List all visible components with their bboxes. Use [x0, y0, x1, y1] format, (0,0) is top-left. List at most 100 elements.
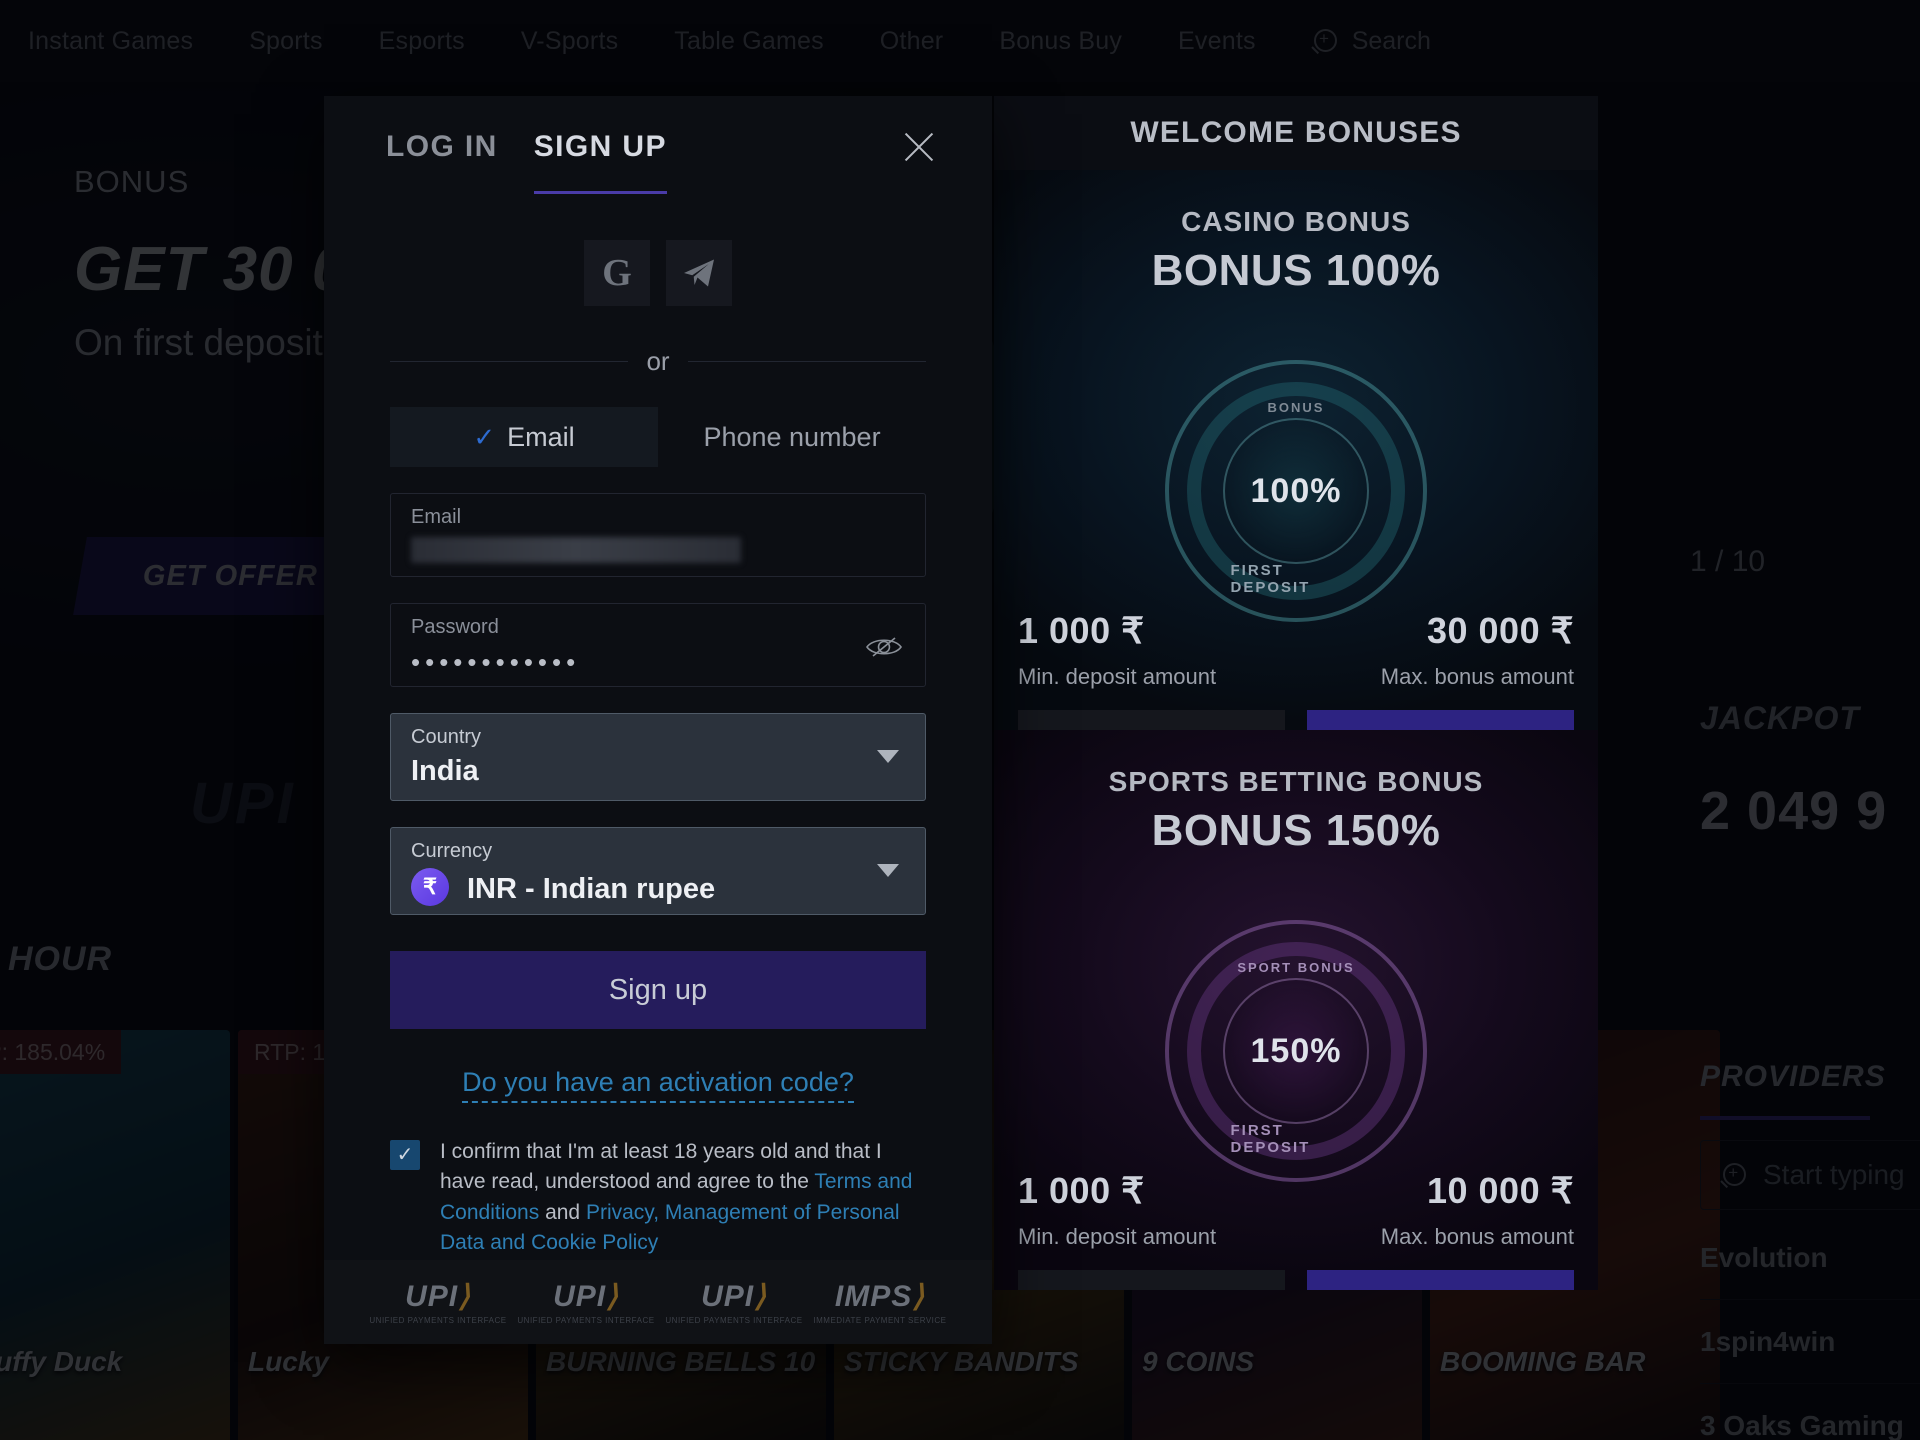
password-field-label: Password: [411, 616, 499, 638]
telegram-login-button[interactable]: [666, 240, 732, 306]
country-select[interactable]: Country India: [390, 713, 926, 801]
payment-logo-sub: UNIFIED PAYMENTS INTERFACE: [517, 1316, 655, 1325]
signup-method-toggle: ✓ Email Phone number: [390, 407, 926, 467]
currency-select[interactable]: Currency ₹ INR - Indian rupee: [390, 827, 926, 915]
payment-logo-sub: UNIFIED PAYMENTS INTERFACE: [369, 1316, 507, 1325]
google-login-button[interactable]: G: [584, 240, 650, 306]
payment-methods-strip: UPI⟩ UNIFIED PAYMENTS INTERFACE UPI⟩ UNI…: [324, 1260, 992, 1344]
payment-logo-sub: IMMEDIATE PAYMENT SERVICE: [813, 1316, 947, 1325]
payment-logo-sub: UNIFIED PAYMENTS INTERFACE: [665, 1316, 803, 1325]
country-value: India: [411, 755, 479, 787]
payment-name-text: UPI: [405, 1280, 459, 1313]
payment-logo-upi-1: UPI⟩ UNIFIED PAYMENTS INTERFACE: [369, 1279, 506, 1325]
chevron-down-icon: [877, 750, 899, 763]
bonus-card-subtitle: BONUS 150%: [1151, 806, 1441, 855]
payment-logo-upi-3: UPI⟩ UNIFIED PAYMENTS INTERFACE: [665, 1279, 802, 1325]
method-email-option[interactable]: ✓ Email: [390, 407, 658, 467]
apply-button[interactable]: Apply: [1307, 710, 1574, 730]
bonus-card-title: SPORTS BETTING BONUS: [1108, 766, 1484, 797]
or-divider: or: [390, 346, 926, 377]
tab-login[interactable]: LOG IN: [386, 130, 498, 178]
read-more-button[interactable]: Read more: [1018, 1270, 1285, 1290]
apply-button[interactable]: Apply: [1307, 1270, 1574, 1290]
divider-line-left: [390, 361, 629, 362]
bonus-card-title: CASINO BONUS: [1181, 206, 1411, 237]
max-bonus-value: 10 000 ₹: [1426, 1170, 1574, 1211]
consent-age-mid: and: [539, 1200, 586, 1224]
min-deposit-label: Min. deposit amount: [1018, 664, 1217, 689]
bonus-amounts: 1 000 ₹ Min. deposit amount 10 000 ₹ Max…: [994, 1170, 1598, 1250]
eye-off-icon[interactable]: [865, 634, 903, 660]
currency-value-row: ₹ INR - Indian rupee: [411, 867, 905, 906]
payment-logo-upi-2: UPI⟩ UNIFIED PAYMENTS INTERFACE: [517, 1279, 654, 1325]
email-field-value-redacted: [411, 537, 741, 563]
payment-name-text: UPI: [553, 1280, 607, 1313]
password-field[interactable]: Password ••••••••••••: [390, 603, 926, 687]
rupee-icon: ₹: [411, 867, 449, 906]
tab-signup[interactable]: SIGN UP: [533, 130, 667, 194]
chevron-down-icon: [877, 864, 899, 877]
bonus-amounts: 1 000 ₹ Min. deposit amount 30 000 ₹ Max…: [994, 610, 1598, 690]
max-bonus-label: Max. bonus amount: [1380, 1224, 1574, 1249]
bonus-badge-casino: BONUS 100% FIRST DEPOSIT: [1165, 360, 1427, 622]
consent-age-checkbox[interactable]: ✓: [390, 1140, 420, 1170]
welcome-bonuses-heading: WELCOME BONUSES: [1130, 116, 1462, 149]
telegram-icon: [684, 259, 714, 287]
payment-name-text: UPI: [701, 1280, 755, 1313]
min-deposit-block: 1 000 ₹ Min. deposit amount: [1018, 1170, 1296, 1250]
upi-arrow-icon: ⟩: [754, 1280, 767, 1313]
max-bonus-block: 10 000 ₹ Max. bonus amount: [1296, 1170, 1574, 1250]
payment-logo-imps: IMPS⟩ IMMEDIATE PAYMENT SERVICE: [813, 1279, 946, 1325]
check-icon: ✓: [396, 1144, 414, 1166]
country-label: Country: [411, 726, 482, 748]
consent-age-text: I confirm that I'm at least 18 years old…: [440, 1137, 926, 1259]
consent-age-row[interactable]: ✓ I confirm that I'm at least 18 years o…: [390, 1137, 926, 1259]
bonus-badge-sports: SPORT BONUS 150% FIRST DEPOSIT: [1165, 920, 1427, 1182]
signup-modal: LOG IN SIGN UP G or ✓ Email Phone number…: [324, 96, 992, 1349]
or-label: or: [646, 346, 670, 376]
close-icon[interactable]: [898, 126, 940, 168]
payment-logo-name: UPI⟩: [517, 1279, 654, 1314]
method-email-label: Email: [507, 421, 575, 452]
bonus-card-subtitle: BONUS 100%: [1151, 246, 1441, 295]
imps-arrow-icon: ⟩: [912, 1280, 925, 1313]
check-icon: ✓: [473, 421, 496, 452]
read-more-button[interactable]: Read more: [1018, 710, 1285, 730]
upi-arrow-icon: ⟩: [606, 1280, 619, 1313]
welcome-bonuses-panel: WELCOME BONUSES CASINO BONUS BONUS 100% …: [994, 96, 1598, 1290]
min-deposit-value: 1 000 ₹: [1018, 610, 1145, 651]
method-phone-option[interactable]: Phone number: [658, 407, 926, 467]
social-login-row: G: [324, 240, 992, 306]
payment-logo-name: UPI⟩: [665, 1279, 802, 1314]
google-icon: G: [602, 252, 632, 294]
tab-signup-label: SIGN UP: [533, 130, 667, 163]
min-deposit-label: Min. deposit amount: [1018, 1224, 1217, 1249]
activation-code-link[interactable]: Do you have an activation code?: [462, 1067, 854, 1103]
password-field-value: ••••••••••••: [411, 647, 581, 677]
max-bonus-label: Max. bonus amount: [1380, 664, 1574, 689]
app-root: Instant Games Sports Esports V-Sports Ta…: [0, 0, 1920, 1440]
upi-arrow-icon: ⟩: [458, 1280, 471, 1313]
max-bonus-value: 30 000 ₹: [1426, 610, 1574, 651]
email-field-label: Email: [411, 506, 462, 528]
currency-label: Currency: [411, 840, 493, 862]
payment-name-text: IMPS: [834, 1280, 913, 1313]
method-phone-label: Phone number: [703, 421, 881, 452]
payment-logo-name: IMPS⟩: [813, 1279, 946, 1314]
payment-logo-name: UPI⟩: [369, 1279, 506, 1314]
min-deposit-block: 1 000 ₹ Min. deposit amount: [1018, 610, 1296, 690]
badge-bottom-label: FIRST DEPOSIT: [1230, 562, 1311, 596]
bonus-actions: Read more Apply: [1018, 710, 1574, 730]
modal-tab-bar: LOG IN SIGN UP: [324, 96, 992, 194]
divider-line-right: [687, 361, 926, 362]
min-deposit-value: 1 000 ₹: [1018, 1170, 1145, 1211]
currency-value: INR - Indian rupee: [467, 873, 716, 905]
activation-code-wrap: Do you have an activation code?: [324, 1029, 992, 1103]
email-field[interactable]: Email: [390, 493, 926, 577]
signup-submit-button[interactable]: Sign up: [390, 951, 926, 1029]
badge-bottom-label: FIRST DEPOSIT: [1230, 1122, 1311, 1156]
bonus-card-sports: SPORTS BETTING BONUS BONUS 150% SPORT BO…: [994, 730, 1598, 1290]
max-bonus-block: 30 000 ₹ Max. bonus amount: [1296, 610, 1574, 690]
bonus-actions: Read more Apply: [1018, 1270, 1574, 1290]
tab-active-underline: [533, 191, 667, 194]
